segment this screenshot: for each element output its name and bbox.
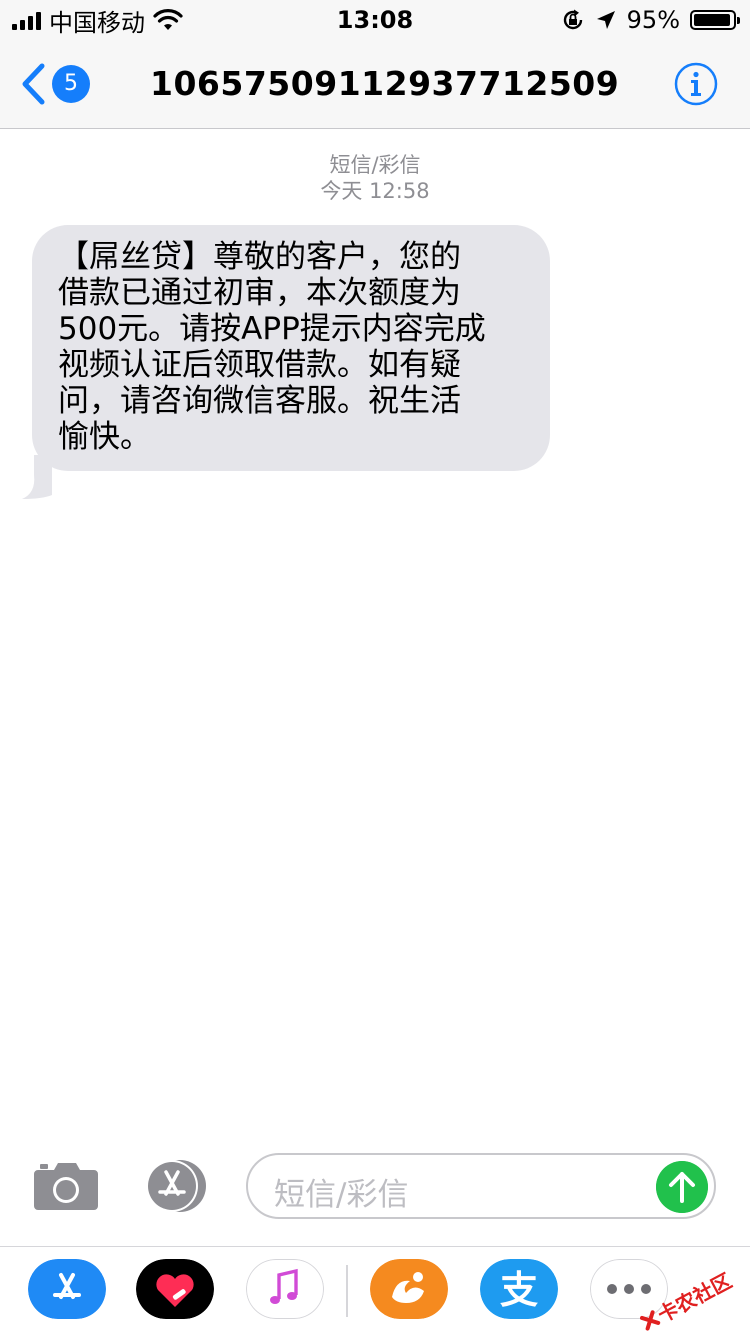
digital-touch-icon[interactable] — [136, 1259, 214, 1319]
status-bar: 中国移动 13:08 95% — [0, 0, 750, 40]
alipay-glyph: 支 — [500, 1268, 538, 1312]
watermark-logo: 卡农社区 — [639, 1268, 736, 1331]
conversation-meta: 短信/彩信 今天 12:58 — [0, 152, 750, 204]
back-button[interactable]: 5 — [20, 62, 90, 106]
message-timestamp: 今天 12:58 — [320, 179, 430, 203]
unread-count-badge: 5 — [52, 65, 90, 103]
message-input[interactable]: 短信/彩信 — [246, 1153, 716, 1219]
incoming-message-bubble[interactable]: 【屌丝贷】尊敬的客户，您的 借款已通过初审，本次额度为 500元。请按APP提示… — [32, 225, 550, 471]
service-label: 短信/彩信 — [329, 153, 421, 177]
alipay-icon[interactable]: 支 — [480, 1259, 558, 1319]
status-right: 95% — [561, 6, 740, 34]
location-arrow-icon — [596, 11, 615, 29]
info-icon[interactable] — [674, 62, 718, 106]
send-arrow-icon[interactable] — [656, 1161, 708, 1213]
message-bubble-container: 【屌丝贷】尊敬的客户，您的 借款已通过初审，本次额度为 500元。请按APP提示… — [22, 225, 550, 499]
nav-bar: 5 10657509112937712509 — [0, 40, 750, 129]
watermark-text: 卡农社区 — [654, 1268, 736, 1327]
app-store-icon[interactable] — [28, 1259, 106, 1319]
message-composer: 短信/彩信 — [0, 1140, 750, 1240]
battery-percent: 95% — [626, 6, 680, 34]
conversation-title: 10657509112937712509 — [150, 64, 620, 103]
app-drawer-icon[interactable] — [140, 1158, 212, 1214]
battery-icon — [690, 10, 740, 30]
camera-icon[interactable] — [32, 1160, 100, 1212]
dock-divider — [346, 1265, 348, 1317]
music-icon[interactable] — [246, 1259, 324, 1319]
orientation-lock-icon — [563, 9, 582, 30]
chevron-left-icon — [22, 63, 45, 105]
uc-browser-icon[interactable] — [370, 1259, 448, 1319]
message-input-placeholder: 短信/彩信 — [274, 1177, 409, 1213]
